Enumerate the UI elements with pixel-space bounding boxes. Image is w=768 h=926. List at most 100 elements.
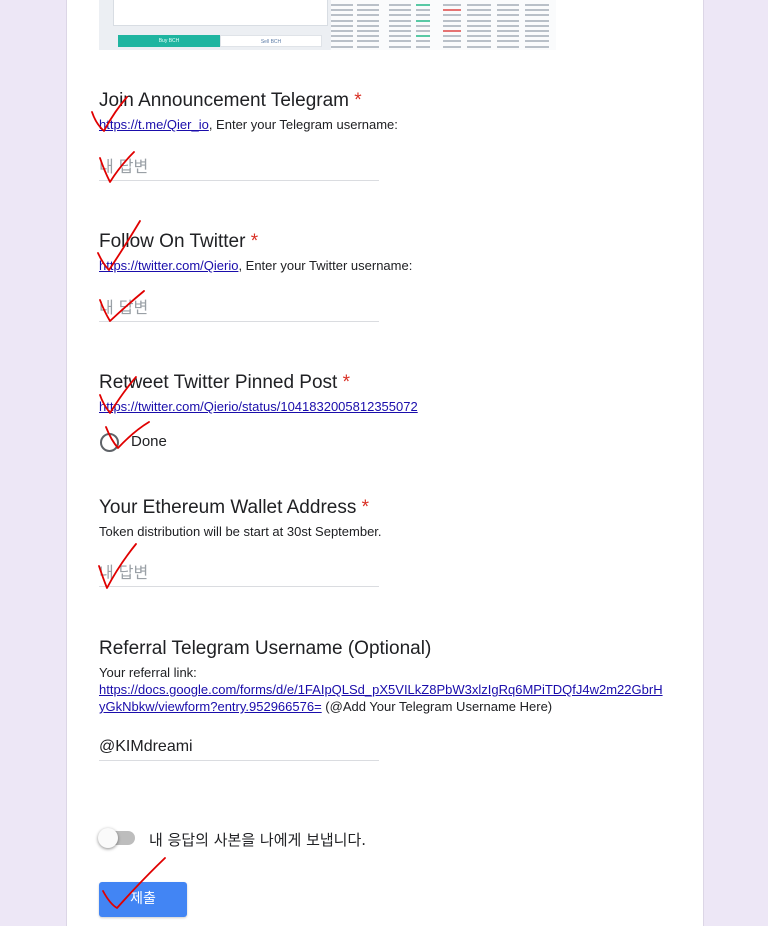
twitter-answer-input[interactable]: 내 답변 (99, 297, 379, 322)
required-mark: * (361, 497, 370, 518)
screenshot-table-cell (331, 14, 353, 17)
screenshot-table-cell (443, 19, 461, 22)
exchange-screenshot-image: Buy BCH Sell BCH (99, 0, 556, 50)
question-title-wallet: Your Ethereum Wallet Address * (99, 497, 370, 518)
screenshot-table-cell (357, 45, 379, 48)
screenshot-table-cell (497, 19, 519, 22)
question-desc-retweet: https://twitter.com/Qierio/status/104183… (99, 399, 418, 414)
screenshot-table-cell (416, 45, 430, 48)
screenshot-table-cell (443, 4, 461, 6)
screenshot-table-cell (525, 14, 549, 17)
screenshot-buy-button: Buy BCH (118, 35, 220, 47)
question-desc-twitter: https://twitter.com/Qierio, Enter your T… (99, 258, 413, 273)
referral-answer-input[interactable]: @KIMdreami (99, 736, 379, 761)
screenshot-order-table (331, 0, 556, 50)
screenshot-table-cell (357, 24, 379, 27)
screenshot-table-cell (389, 24, 411, 27)
screenshot-table-cell (497, 30, 519, 32)
toggle-knob[interactable] (98, 828, 118, 848)
screenshot-table-cell (467, 19, 491, 22)
referral-link-line1: https://docs.google.com/forms/d/e/1FAIpQ… (99, 682, 663, 697)
question-title-retweet: Retweet Twitter Pinned Post * (99, 372, 351, 393)
screenshot-table-cell (525, 19, 549, 22)
screenshot-table-cell (497, 9, 519, 12)
screenshot-table-cell (497, 35, 519, 38)
screenshot-table-cell (389, 9, 411, 12)
screenshot-table-cell (443, 40, 461, 43)
screenshot-table-cell (357, 40, 379, 43)
screenshot-table-cell (497, 14, 519, 17)
screenshot-panel (113, 0, 328, 26)
twitter-link[interactable]: https://twitter.com/Qierio (99, 258, 238, 273)
required-mark: * (354, 90, 362, 111)
screenshot-table-cell (525, 4, 549, 6)
wallet-answer-input[interactable]: 내 답변 (99, 562, 379, 587)
screenshot-table-cell (331, 45, 353, 48)
screenshot-table-cell (416, 4, 430, 6)
screenshot-table-cell (331, 40, 353, 43)
screenshot-table-cell (416, 30, 430, 32)
screenshot-table-cell (467, 14, 491, 17)
screenshot-table-cell (357, 4, 379, 6)
screenshot-table-cell (416, 35, 430, 38)
screenshot-table-cell (467, 30, 491, 32)
question-desc-referral: Your referral link: (99, 665, 197, 680)
screenshot-table-cell (331, 9, 353, 12)
screenshot-table-cell (416, 24, 430, 27)
required-mark: * (250, 231, 259, 252)
screenshot-table-cell (443, 45, 461, 48)
question-title-referral: Referral Telegram Username (Optional) (99, 638, 432, 659)
screenshot-table-cell (467, 9, 491, 12)
screenshot-table-cell (357, 35, 379, 38)
screenshot-table-cell (443, 30, 461, 32)
screenshot-table-cell (443, 9, 461, 12)
question-title-telegram: Join Announcement Telegram * (99, 90, 362, 111)
referral-link-continued[interactable]: yGkNbkw/viewform?entry.952966576= (99, 699, 322, 714)
screenshot-table-cell (389, 19, 411, 22)
screenshot-table-cell (525, 45, 549, 48)
screenshot-table-cell (357, 19, 379, 22)
screenshot-table-cell (443, 14, 461, 17)
telegram-link[interactable]: https://t.me/Qier_io (99, 117, 209, 132)
screenshot-table-cell (497, 4, 519, 6)
send-copy-label: 내 응답의 사본을 나에게 보냅니다. (149, 831, 367, 849)
screenshot-table-cell (525, 9, 549, 12)
screenshot-table-cell (467, 40, 491, 43)
screenshot-table-cell (467, 45, 491, 48)
required-mark: * (342, 372, 351, 393)
screenshot-table-cell (467, 24, 491, 27)
screenshot-table-cell (525, 35, 549, 38)
screenshot-table-cell (497, 40, 519, 43)
screenshot-table-cell (443, 24, 461, 27)
screenshot-table-cell (331, 24, 353, 27)
screenshot-sell-button: Sell BCH (220, 35, 322, 47)
screenshot-table-cell (416, 40, 430, 43)
done-radio-label[interactable]: Done (131, 433, 167, 450)
screenshot-table-cell (357, 9, 379, 12)
referral-link[interactable]: https://docs.google.com/forms/d/e/1FAIpQ… (99, 682, 663, 697)
screenshot-table-cell (389, 45, 411, 48)
screenshot-table-cell (331, 19, 353, 22)
screenshot-table-cell (467, 35, 491, 38)
question-desc-wallet: Token distribution will be start at 30st… (99, 524, 382, 539)
screenshot-table-cell (497, 24, 519, 27)
screenshot-table-cell (331, 4, 353, 6)
telegram-answer-input[interactable]: 내 답변 (99, 156, 379, 181)
screenshot-table-cell (389, 35, 411, 38)
screenshot-table-cell (497, 45, 519, 48)
screenshot-table-cell (389, 4, 411, 6)
submit-button[interactable]: 제출 (99, 882, 187, 917)
screenshot-table-cell (416, 19, 430, 22)
screenshot-table-cell (416, 9, 430, 12)
done-radio-button[interactable] (100, 433, 119, 452)
referral-link-line2: yGkNbkw/viewform?entry.952966576= (@Add … (99, 699, 553, 714)
screenshot-table-cell (389, 40, 411, 43)
screenshot-table-cell (389, 14, 411, 17)
screenshot-table-cell (443, 35, 461, 38)
pinned-post-link[interactable]: https://twitter.com/Qierio/status/104183… (99, 399, 418, 414)
question-desc-telegram: https://t.me/Qier_io, Enter your Telegra… (99, 117, 398, 132)
screenshot-table-cell (525, 24, 549, 27)
screenshot-table-cell (331, 35, 353, 38)
form-card (66, 0, 704, 926)
screenshot-table-cell (331, 30, 353, 32)
